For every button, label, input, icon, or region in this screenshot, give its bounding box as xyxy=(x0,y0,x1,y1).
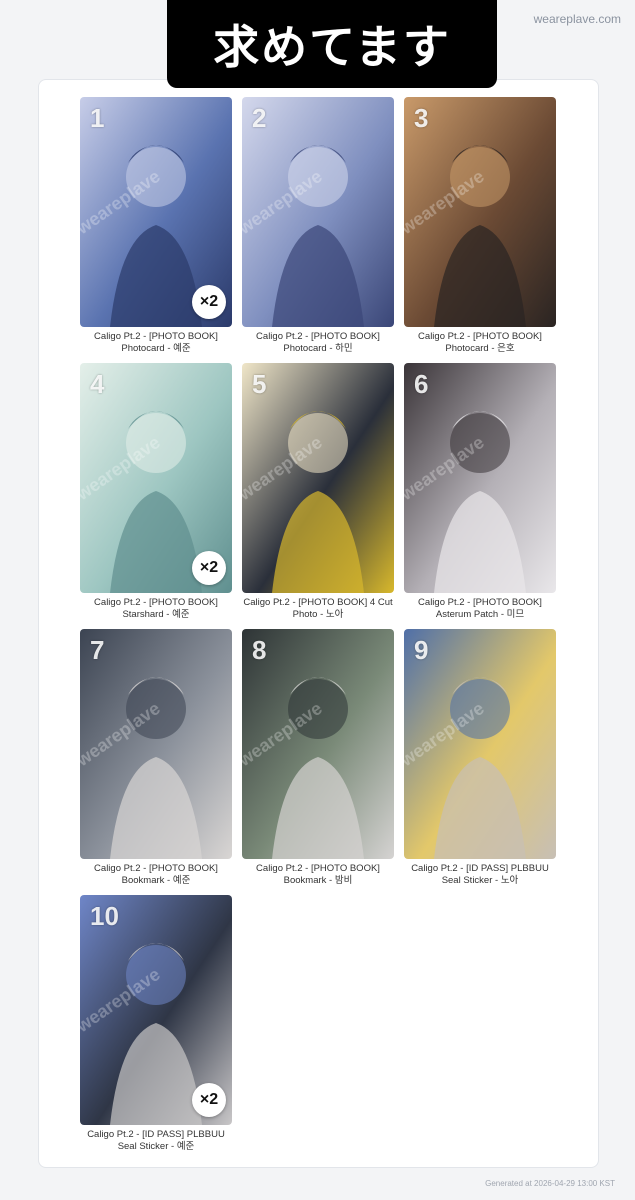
item-card[interactable]: 1 weareplave ×2 Caligo Pt.2 - [PHOTO BOOK] P… xyxy=(80,97,232,355)
item-number: 2 xyxy=(252,103,267,133)
item-caption: Caligo Pt.2 - [PHOTO BOOK] Photocard - 은호 xyxy=(395,331,565,355)
items-panel: 1 weareplave ×2 Caligo Pt.2 - [PHOTO BOOK] P… xyxy=(38,79,599,1168)
item-title: Caligo Pt.2 - [PHOTO BOOK] xyxy=(418,597,542,608)
item-image[interactable]: 3 weareplave xyxy=(404,97,556,327)
item-card[interactable]: 5 weareplave Caligo Pt.2 - [PHOTO BOOK] 4 … xyxy=(242,363,394,621)
item-caption: Caligo Pt.2 - [PHOTO BOOK] Photocard - 예준 xyxy=(71,331,241,355)
item-card[interactable]: 10 weareplave ×2 Caligo Pt.2 - [ID PASS] PL… xyxy=(80,895,232,1153)
item-number: 8 xyxy=(252,635,267,665)
item-title: Caligo Pt.2 - [ID PASS] PLBBUU xyxy=(87,1129,225,1140)
item-card[interactable]: 9 weareplave Caligo Pt.2 - [ID PASS] PLBBU… xyxy=(404,629,556,887)
item-image[interactable]: 4 weareplave ×2 xyxy=(80,363,232,593)
item-subtitle: Starshard - 예준 xyxy=(122,609,190,620)
item-image[interactable]: 6 weareplave xyxy=(404,363,556,593)
item-image[interactable]: 8 weareplave xyxy=(242,629,394,859)
item-caption: Caligo Pt.2 - [PHOTO BOOK] Asterum Patch … xyxy=(395,597,565,621)
item-title: Caligo Pt.2 - [PHOTO BOOK] xyxy=(418,331,542,342)
item-number: 9 xyxy=(414,635,429,665)
item-card[interactable]: 7 weareplave Caligo Pt.2 - [PHOTO BOOK] Boo… xyxy=(80,629,232,887)
item-caption: Caligo Pt.2 - [PHOTO BOOK] 4 Cut Photo - … xyxy=(233,597,403,621)
item-card[interactable]: 8 weareplave Caligo Pt.2 - [PHOTO BOOK] Boo… xyxy=(242,629,394,887)
item-number: 7 xyxy=(90,635,105,665)
item-image[interactable]: 5 weareplave xyxy=(242,363,394,593)
item-image[interactable]: 10 weareplave ×2 xyxy=(80,895,232,1125)
item-title: Caligo Pt.2 - [PHOTO BOOK] 4 Cut xyxy=(243,597,393,608)
item-subtitle: Seal Sticker - 예준 xyxy=(117,1141,195,1152)
item-card[interactable]: 6 weareplave Caligo Pt.2 - [PHOTO BOOK] Ast… xyxy=(404,363,556,621)
item-image[interactable]: 2 weareplave xyxy=(242,97,394,327)
item-subtitle: Photocard - 예준 xyxy=(121,343,191,354)
banner: 求めてます xyxy=(167,0,497,88)
item-title: Caligo Pt.2 - [PHOTO BOOK] xyxy=(256,863,380,874)
item-card[interactable]: 3 weareplave Caligo Pt.2 - [PHOTO BOOK] Pho… xyxy=(404,97,556,355)
item-subtitle: Photocard - 은호 xyxy=(445,343,515,354)
generated-timestamp: Generated at 2026-04-29 13:00 KST xyxy=(485,1179,615,1188)
item-subtitle: Asterum Patch - 미므 xyxy=(435,609,525,620)
item-title: Caligo Pt.2 - [PHOTO BOOK] xyxy=(94,597,218,608)
item-subtitle: Photo - 노아 xyxy=(292,609,344,620)
item-title: Caligo Pt.2 - [PHOTO BOOK] xyxy=(256,331,380,342)
item-number: 5 xyxy=(252,369,267,399)
item-number: 3 xyxy=(414,103,429,133)
item-subtitle: Photocard - 하민 xyxy=(283,343,353,354)
item-title: Caligo Pt.2 - [PHOTO BOOK] xyxy=(94,863,218,874)
banner-title: 求めてます xyxy=(213,20,451,74)
item-subtitle: Bookmark - 밤비 xyxy=(283,875,353,886)
item-subtitle: Seal Sticker - 노아 xyxy=(441,875,519,886)
item-number: 4 xyxy=(90,369,105,399)
item-card[interactable]: 4 weareplave ×2 Caligo Pt.2 - [PHOTO BOOK] S… xyxy=(80,363,232,621)
item-image[interactable]: 9 weareplave xyxy=(404,629,556,859)
quantity-badge: ×2 xyxy=(192,285,226,319)
site-url: weareplave.com xyxy=(533,12,621,26)
quantity-badge: ×2 xyxy=(192,551,226,585)
item-title: Caligo Pt.2 - [ID PASS] PLBBUU xyxy=(411,863,549,874)
item-card[interactable]: 2 weareplave Caligo Pt.2 - [PHOTO BOOK] Pho… xyxy=(242,97,394,355)
item-image[interactable]: 1 weareplave ×2 xyxy=(80,97,232,327)
item-caption: Caligo Pt.2 - [PHOTO BOOK] Bookmark - 예준 xyxy=(71,863,241,887)
item-caption: Caligo Pt.2 - [PHOTO BOOK] Starshard - 예준 xyxy=(71,597,241,621)
item-title: Caligo Pt.2 - [PHOTO BOOK] xyxy=(94,331,218,342)
item-caption: Caligo Pt.2 - [PHOTO BOOK] Photocard - 하민 xyxy=(233,331,403,355)
item-caption: Caligo Pt.2 - [ID PASS] PLBBUU Seal Stick… xyxy=(71,1129,241,1153)
item-subtitle: Bookmark - 예준 xyxy=(121,875,191,886)
item-number: 6 xyxy=(414,369,429,399)
quantity-badge: ×2 xyxy=(192,1083,226,1117)
item-number: 1 xyxy=(90,103,105,133)
item-caption: Caligo Pt.2 - [PHOTO BOOK] Bookmark - 밤비 xyxy=(233,863,403,887)
item-image[interactable]: 7 weareplave xyxy=(80,629,232,859)
item-caption: Caligo Pt.2 - [ID PASS] PLBBUU Seal Stick… xyxy=(395,863,565,887)
item-number: 10 xyxy=(90,901,119,931)
